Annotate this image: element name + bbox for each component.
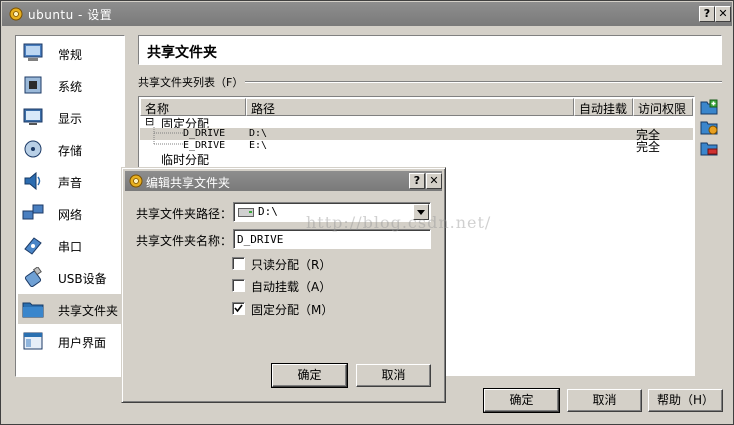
sidebar-item-label: 存储 xyxy=(58,144,83,158)
sidebar-item-storage[interactable]: 存储 xyxy=(18,134,122,164)
checkmark-icon xyxy=(234,304,243,313)
sidebar-item-label: 常规 xyxy=(58,48,83,62)
sidebar-item-audio[interactable]: 声音 xyxy=(18,166,122,196)
dialog-help-button[interactable]: ? xyxy=(409,173,425,189)
folder-path-value: D:\ xyxy=(258,205,278,218)
read-only-checkbox[interactable] xyxy=(232,257,245,270)
sidebar-item-label: 网络 xyxy=(58,208,83,222)
window-title: ubuntu - 设置 xyxy=(28,8,113,22)
sidebar-item-label: 共享文件夹 xyxy=(58,304,119,318)
shared-folder-icon xyxy=(22,302,44,318)
dialog-close-button[interactable]: ✕ xyxy=(426,173,442,189)
page-title: 共享文件夹 xyxy=(147,45,217,61)
audio-icon xyxy=(24,171,41,191)
column-header-access[interactable]: 访问权限 xyxy=(633,98,693,116)
permanent-checkbox[interactable] xyxy=(232,302,245,315)
help-button[interactable]: 帮助（H） xyxy=(648,389,723,412)
section-divider xyxy=(245,81,722,83)
sidebar-item-label: 系统 xyxy=(58,80,83,94)
sidebar-item-label: 声音 xyxy=(58,176,83,190)
folder-name-field[interactable]: D_DRIVE xyxy=(233,229,431,249)
sidebar-item-serial-port[interactable]: 串口 xyxy=(18,230,122,260)
auto-mount-checkbox[interactable] xyxy=(232,279,245,292)
title-bar[interactable]: ubuntu - 设置 ? ✕ xyxy=(2,2,732,26)
general-icon xyxy=(23,43,43,61)
sidebar-item-label: 用户界面 xyxy=(58,336,107,350)
settings-sidebar: 常规 系统 显示 存储 声音 网络 串口 USB设备 共享文件夹 用户界面 xyxy=(15,35,125,377)
sidebar-item-shared-folders[interactable]: 共享文件夹 xyxy=(18,294,122,324)
drive-icon xyxy=(238,208,254,217)
sidebar-item-label: 显示 xyxy=(58,112,83,126)
remove-folder-icon[interactable] xyxy=(700,140,718,156)
gear-icon xyxy=(9,7,23,21)
usb-icon xyxy=(24,267,42,287)
dialog-title-bar[interactable]: 编辑共享文件夹 ? ✕ xyxy=(125,171,442,191)
table-row-name[interactable]: E_DRIVE xyxy=(183,140,225,151)
serial-port-icon xyxy=(24,237,42,255)
column-header-path[interactable]: 路径 xyxy=(246,98,574,116)
tree-group-transient[interactable]: 临时分配 xyxy=(161,151,209,168)
tree-lines xyxy=(153,127,183,145)
sidebar-item-usb[interactable]: USB设备 xyxy=(18,262,122,292)
watermark: http://blog.csdn.net/ xyxy=(306,213,492,232)
dialog-title: 编辑共享文件夹 xyxy=(146,176,231,190)
sidebar-item-label: 串口 xyxy=(58,240,83,254)
table-row-path[interactable]: E:\ xyxy=(249,140,267,151)
dialog-ok-button[interactable]: 确定 xyxy=(271,363,348,388)
sidebar-item-label: USB设备 xyxy=(58,272,107,286)
sidebar-item-user-interface[interactable]: 用户界面 xyxy=(18,326,122,356)
table-row-access: 完全 xyxy=(636,140,661,154)
page-header: 共享文件夹 xyxy=(138,35,722,65)
read-only-label[interactable]: 只读分配（R） xyxy=(251,256,331,273)
sidebar-item-network[interactable]: 网络 xyxy=(18,198,122,228)
sidebar-item-system[interactable]: 系统 xyxy=(18,70,122,100)
permanent-label[interactable]: 固定分配（M） xyxy=(251,301,333,318)
add-folder-icon[interactable] xyxy=(700,99,718,115)
column-header-auto-mount[interactable]: 自动挂载 xyxy=(574,98,633,116)
ok-button[interactable]: 确定 xyxy=(483,388,560,413)
dialog-cancel-button[interactable]: 取消 xyxy=(356,364,431,387)
cancel-button[interactable]: 取消 xyxy=(567,389,642,412)
gear-icon xyxy=(129,174,143,188)
storage-icon xyxy=(24,140,42,158)
edit-shared-folder-dialog: 编辑共享文件夹 ? ✕ 共享文件夹路径： D:\ 共享文件夹名称： D_DRIV… xyxy=(121,167,446,403)
shared-folders-list-label: 共享文件夹列表（F） xyxy=(138,76,244,89)
folder-path-label: 共享文件夹路径： xyxy=(136,207,233,221)
column-header-name[interactable]: 名称 xyxy=(140,98,246,116)
table-row-path[interactable]: D:\ xyxy=(249,128,267,139)
network-icon xyxy=(22,204,44,220)
table-row-name[interactable]: D_DRIVE xyxy=(183,128,225,139)
sidebar-item-display[interactable]: 显示 xyxy=(18,102,122,132)
folder-name-label: 共享文件夹名称： xyxy=(136,234,233,248)
system-icon xyxy=(24,76,42,94)
close-title-button[interactable]: ✕ xyxy=(715,6,731,22)
sidebar-item-general[interactable]: 常规 xyxy=(18,38,122,68)
help-title-button[interactable]: ? xyxy=(699,6,715,22)
auto-mount-label[interactable]: 自动挂载（A） xyxy=(251,278,331,295)
display-icon xyxy=(23,108,43,125)
user-interface-icon xyxy=(23,332,43,350)
edit-folder-icon[interactable] xyxy=(700,119,718,135)
